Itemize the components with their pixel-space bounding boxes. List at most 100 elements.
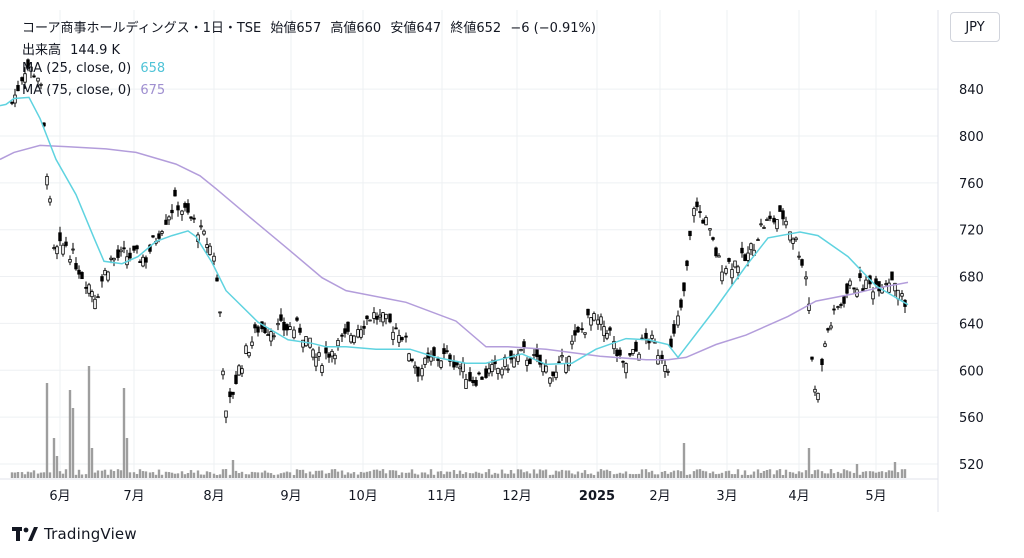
legend-ma75-row[interactable]: MA (75, close, 0) 675 bbox=[22, 83, 170, 98]
volume-bar bbox=[564, 470, 568, 478]
volume-bar bbox=[301, 469, 305, 478]
volume-bar bbox=[196, 470, 200, 478]
volume-bar bbox=[135, 473, 139, 478]
change-value: −6 (−0.91%) bbox=[510, 21, 596, 36]
volume-bar bbox=[477, 472, 481, 478]
volume-bar bbox=[336, 471, 340, 478]
volume-bar bbox=[752, 471, 756, 478]
currency-button[interactable]: JPY bbox=[950, 12, 1000, 42]
volume-bar bbox=[292, 474, 296, 478]
volume-bar bbox=[272, 474, 276, 478]
volume-bar bbox=[39, 472, 43, 478]
volume-bar bbox=[775, 470, 779, 478]
volume-bar bbox=[749, 474, 753, 478]
volume-bar bbox=[855, 464, 859, 478]
volume-bar bbox=[576, 471, 580, 478]
volume-bar bbox=[205, 471, 209, 478]
volume-bar bbox=[266, 472, 270, 478]
volume-bar bbox=[234, 470, 238, 478]
volume-bar bbox=[695, 469, 699, 478]
volume-bar bbox=[522, 472, 526, 478]
low-value: 647 bbox=[416, 21, 442, 36]
volume-bar bbox=[48, 472, 52, 478]
volume-bar bbox=[218, 474, 222, 478]
volume-bar bbox=[125, 438, 129, 478]
volume-bar bbox=[157, 469, 161, 478]
volume-bar bbox=[736, 469, 740, 478]
volume-bar bbox=[388, 470, 392, 478]
volume-bar bbox=[77, 469, 81, 478]
volume-bar bbox=[192, 472, 196, 478]
price-tick-label: 600 bbox=[959, 364, 984, 379]
volume-bar bbox=[480, 473, 484, 478]
volume-bar bbox=[36, 473, 40, 478]
volume-bar bbox=[397, 474, 401, 478]
volume-bar bbox=[29, 472, 33, 478]
volume-bar bbox=[845, 470, 849, 478]
volume-bar bbox=[861, 471, 865, 478]
volume-bar bbox=[346, 472, 350, 478]
price-tick-label: 680 bbox=[959, 271, 984, 286]
volume-bar bbox=[778, 469, 782, 478]
volume-bar bbox=[276, 474, 280, 478]
volume-bar bbox=[240, 471, 244, 478]
volume-bar bbox=[621, 473, 625, 478]
volume-bar bbox=[279, 473, 283, 478]
volume-bar bbox=[557, 471, 561, 478]
volume-bar bbox=[618, 472, 622, 478]
volume-bar bbox=[842, 469, 846, 478]
legend-ma25-row[interactable]: MA (25, close, 0) 658 bbox=[22, 61, 170, 76]
volume-bar bbox=[541, 470, 545, 478]
time-tick-label: 3月 bbox=[716, 489, 737, 504]
volume-bar bbox=[119, 470, 123, 478]
volume-bar bbox=[160, 474, 164, 478]
candle bbox=[388, 313, 392, 324]
volume-bar bbox=[580, 472, 584, 478]
volume-bar bbox=[26, 471, 30, 478]
volume-bar bbox=[503, 473, 507, 478]
volume-bar bbox=[384, 473, 388, 478]
volume-bar bbox=[525, 471, 529, 478]
volume-bar bbox=[487, 469, 491, 478]
volume-bar bbox=[903, 469, 907, 478]
volume-bar bbox=[864, 471, 868, 478]
ma75-value: 675 bbox=[140, 83, 166, 98]
volume-bar bbox=[186, 472, 190, 478]
volume-bar bbox=[826, 473, 830, 478]
volume-bar bbox=[538, 469, 542, 478]
volume-bar bbox=[132, 472, 136, 478]
volume-bar bbox=[173, 473, 177, 478]
tradingview-logo[interactable]: TradingView bbox=[12, 525, 137, 543]
volume-bar bbox=[100, 470, 104, 478]
volume-bar bbox=[55, 456, 59, 478]
volume-bar bbox=[455, 473, 459, 478]
volume-bar bbox=[320, 470, 324, 478]
open-value: 657 bbox=[296, 21, 322, 36]
time-tick-label: 7月 bbox=[123, 489, 144, 504]
volume-bar bbox=[496, 473, 500, 478]
volume-bar bbox=[608, 471, 612, 478]
volume-bar bbox=[180, 471, 184, 478]
volume-bar bbox=[58, 471, 62, 478]
volume-bar bbox=[791, 472, 795, 478]
volume-bar bbox=[237, 473, 241, 478]
brand-name: TradingView bbox=[44, 525, 137, 543]
volume-bar bbox=[103, 469, 107, 478]
volume-bar bbox=[122, 388, 126, 478]
price-axis[interactable]: 840 800 760 720 680 640 600 560 520 bbox=[959, 83, 984, 473]
volume-bar bbox=[535, 473, 539, 478]
volume-bar bbox=[250, 471, 254, 478]
volume-bar bbox=[589, 473, 593, 478]
legend-title-row: コーア商事ホールディングス・1日・TSE 始値657 高値660 安値647 終… bbox=[22, 17, 601, 36]
time-tick-label: 5月 bbox=[865, 489, 886, 504]
volume-bar bbox=[464, 472, 468, 478]
volume-bar bbox=[858, 474, 862, 478]
volume-bar bbox=[746, 474, 750, 478]
volume-bar bbox=[448, 471, 452, 478]
volume-bar bbox=[458, 470, 462, 478]
volume-bar bbox=[586, 474, 590, 478]
candle bbox=[237, 364, 241, 376]
volume-bar bbox=[423, 472, 427, 478]
volume-bar bbox=[170, 472, 174, 478]
volume-bar bbox=[416, 474, 420, 478]
